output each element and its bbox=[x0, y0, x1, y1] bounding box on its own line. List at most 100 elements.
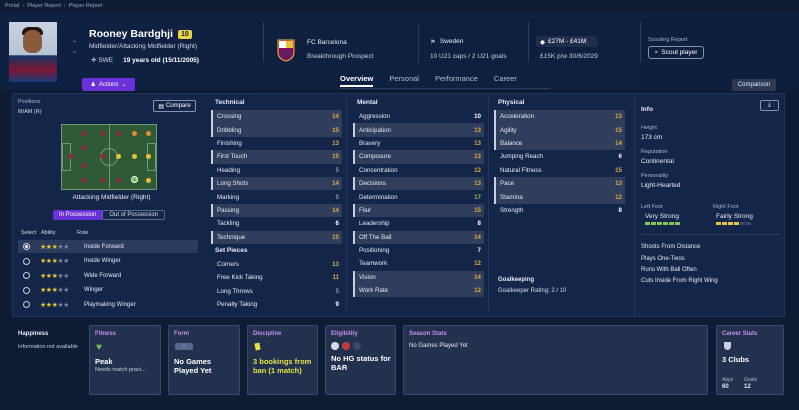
attribute-row[interactable]: Jumping Reach 6 bbox=[494, 150, 625, 163]
position-code: M/AM (R) bbox=[18, 109, 42, 115]
role-row[interactable]: ★★★★★ Inside Forward bbox=[18, 240, 198, 253]
role-radio[interactable] bbox=[23, 257, 30, 265]
club-crest-icon[interactable] bbox=[276, 38, 296, 62]
attribute-row[interactable]: Anticipation 13 bbox=[353, 123, 484, 138]
attribute-row[interactable]: Teamwork 12 bbox=[353, 257, 484, 270]
breadcrumb-player-report[interactable]: Player Report bbox=[27, 3, 61, 9]
attribute-row[interactable]: Flair 15 bbox=[353, 203, 484, 218]
form-card[interactable]: Form - No Games Played Yet bbox=[168, 325, 240, 395]
role-name: Winger bbox=[84, 287, 104, 293]
attribute-row[interactable]: Bravery 13 bbox=[353, 137, 484, 150]
pitch-position-gk[interactable] bbox=[68, 154, 73, 159]
attribute-row[interactable]: Finishing 13 bbox=[211, 137, 342, 150]
compare-button[interactable]: ▤ Compare bbox=[153, 100, 196, 112]
pitch-position-amr-selected[interactable] bbox=[131, 176, 138, 183]
attribute-row[interactable]: Vision 14 bbox=[353, 270, 484, 285]
chevron-down-icon[interactable]: ⌄ bbox=[72, 48, 77, 56]
role-column-header: Role bbox=[77, 230, 89, 236]
pitch-position-cm[interactable] bbox=[116, 154, 121, 159]
pitch-position[interactable] bbox=[82, 131, 87, 136]
tab-overview[interactable]: Overview bbox=[340, 74, 374, 87]
pitch-position[interactable] bbox=[82, 178, 87, 183]
discipline-card[interactable]: Discipline 3 bookings from ban (1 match) bbox=[247, 325, 318, 395]
position-pitch[interactable] bbox=[61, 124, 157, 190]
attribute-row[interactable]: Heading 5 bbox=[211, 164, 342, 177]
comparison-button[interactable]: Comparison bbox=[732, 79, 776, 91]
attribute-row[interactable]: Pace 13 bbox=[494, 176, 625, 191]
role-row[interactable]: ★★★★★ Inside Winger bbox=[18, 255, 198, 268]
chevron-up-icon[interactable]: ⌃ bbox=[72, 40, 77, 48]
role-row[interactable]: ★★★★★ Playmaking Winger bbox=[18, 298, 198, 311]
in-possession-button[interactable]: In Possession bbox=[53, 210, 103, 220]
career-stats-card[interactable]: Career Stats 3 Clubs Apps 60 Goals 12 bbox=[716, 325, 784, 395]
attribute-row[interactable]: Decisions 13 bbox=[353, 176, 484, 191]
pitch-position[interactable] bbox=[82, 163, 87, 168]
attribute-row[interactable]: Work Rate 12 bbox=[353, 284, 484, 298]
attribute-row[interactable]: Long Throws 5 bbox=[211, 285, 342, 298]
download-button[interactable]: ⤓ bbox=[760, 100, 779, 111]
attribute-row[interactable]: Technique 15 bbox=[211, 230, 342, 245]
attribute-row[interactable]: Corners 13 bbox=[211, 258, 342, 271]
compare-icon: ▤ bbox=[158, 103, 164, 110]
attribute-row[interactable]: Marking 5 bbox=[211, 190, 342, 203]
attribute-row[interactable]: Acceleration 13 bbox=[494, 110, 625, 124]
tab-personal[interactable]: Personal bbox=[389, 74, 419, 87]
pitch-position-st[interactable] bbox=[146, 154, 151, 159]
attribute-name: Heading bbox=[217, 166, 241, 174]
season-stats-card[interactable]: Season Stats No Games Played Yet bbox=[403, 325, 708, 395]
pitch-position[interactable] bbox=[116, 131, 121, 136]
role-radio[interactable] bbox=[23, 272, 30, 279]
attribute-row[interactable]: Determination 17 bbox=[353, 190, 484, 203]
attribute-row[interactable]: Balance 14 bbox=[494, 136, 625, 151]
player-nav-arrows[interactable]: ⌃ ⌄ bbox=[72, 40, 77, 56]
info-title: Info bbox=[641, 106, 653, 113]
attribute-row[interactable]: Positioning 7 bbox=[353, 244, 484, 257]
attribute-row[interactable]: Strength 8 bbox=[494, 204, 625, 217]
pitch-position[interactable] bbox=[116, 178, 121, 183]
attribute-row[interactable]: Stamina 12 bbox=[494, 190, 625, 205]
national-team[interactable]: ⚑ Sweden bbox=[430, 38, 463, 46]
attribute-row[interactable]: Natural Fitness 15 bbox=[494, 164, 625, 177]
role-radio[interactable] bbox=[23, 301, 30, 308]
role-radio[interactable] bbox=[23, 243, 30, 250]
role-row[interactable]: ★★★★★ Winger bbox=[18, 284, 198, 297]
attribute-row[interactable]: Agility 15 bbox=[494, 123, 625, 138]
tab-performance[interactable]: Performance bbox=[435, 74, 478, 87]
attribute-row[interactable]: Leadership 8 bbox=[353, 217, 484, 230]
actions-button[interactable]: ♟ Actions ⌄ bbox=[82, 78, 135, 91]
pitch-position-aml[interactable] bbox=[132, 131, 137, 136]
role-row[interactable]: ★★★★★ Wide Forward bbox=[18, 269, 198, 282]
breadcrumb-portal[interactable]: Portal bbox=[5, 3, 19, 9]
attribute-value: 8 bbox=[618, 206, 622, 214]
club-name[interactable]: FC Barcelona bbox=[307, 39, 347, 46]
role-radio[interactable] bbox=[23, 286, 30, 294]
attribute-row[interactable]: First Touch 15 bbox=[211, 150, 342, 164]
attribute-row[interactable]: Penalty Taking 9 bbox=[211, 298, 342, 311]
attribute-row[interactable]: Tackling 6 bbox=[211, 217, 342, 230]
fitness-card[interactable]: Fitness ♥ Peak Needs match pract... bbox=[89, 325, 161, 395]
pitch-position[interactable] bbox=[82, 145, 87, 150]
pitch-position-st[interactable] bbox=[146, 178, 151, 183]
pitch-position[interactable] bbox=[100, 154, 105, 159]
attribute-row[interactable]: Free Kick Taking 11 bbox=[211, 271, 342, 284]
tab-career[interactable]: Career bbox=[494, 74, 517, 87]
attribute-row[interactable]: Long Shots 14 bbox=[211, 176, 342, 191]
happiness-card[interactable]: Happiness Information not available bbox=[12, 325, 82, 395]
attribute-row[interactable]: Composure 13 bbox=[353, 150, 484, 164]
scout-player-button[interactable]: ⌕ Scout player bbox=[648, 46, 704, 59]
attribute-row[interactable]: Off The Ball 14 bbox=[353, 230, 484, 245]
attribute-row[interactable]: Aggression 10 bbox=[353, 110, 484, 123]
physical-title: Physical bbox=[498, 99, 525, 106]
attribute-row[interactable]: Passing 14 bbox=[211, 203, 342, 218]
eligibility-icons bbox=[331, 342, 361, 350]
attribute-row[interactable]: Dribbling 15 bbox=[211, 123, 342, 138]
eligibility-card[interactable]: Eligibility No HG status for BAR bbox=[325, 325, 396, 395]
attribute-row[interactable]: Concentration 12 bbox=[353, 164, 484, 177]
pitch-position[interactable] bbox=[100, 178, 105, 183]
pitch-position-amc[interactable] bbox=[132, 154, 137, 159]
pitch-position-st[interactable] bbox=[146, 131, 151, 136]
out-of-possession-button[interactable]: Out of Possession bbox=[102, 210, 166, 220]
attribute-name: Leadership bbox=[359, 220, 390, 228]
pitch-position[interactable] bbox=[100, 131, 105, 136]
attribute-row[interactable]: Crossing 14 bbox=[211, 110, 342, 124]
